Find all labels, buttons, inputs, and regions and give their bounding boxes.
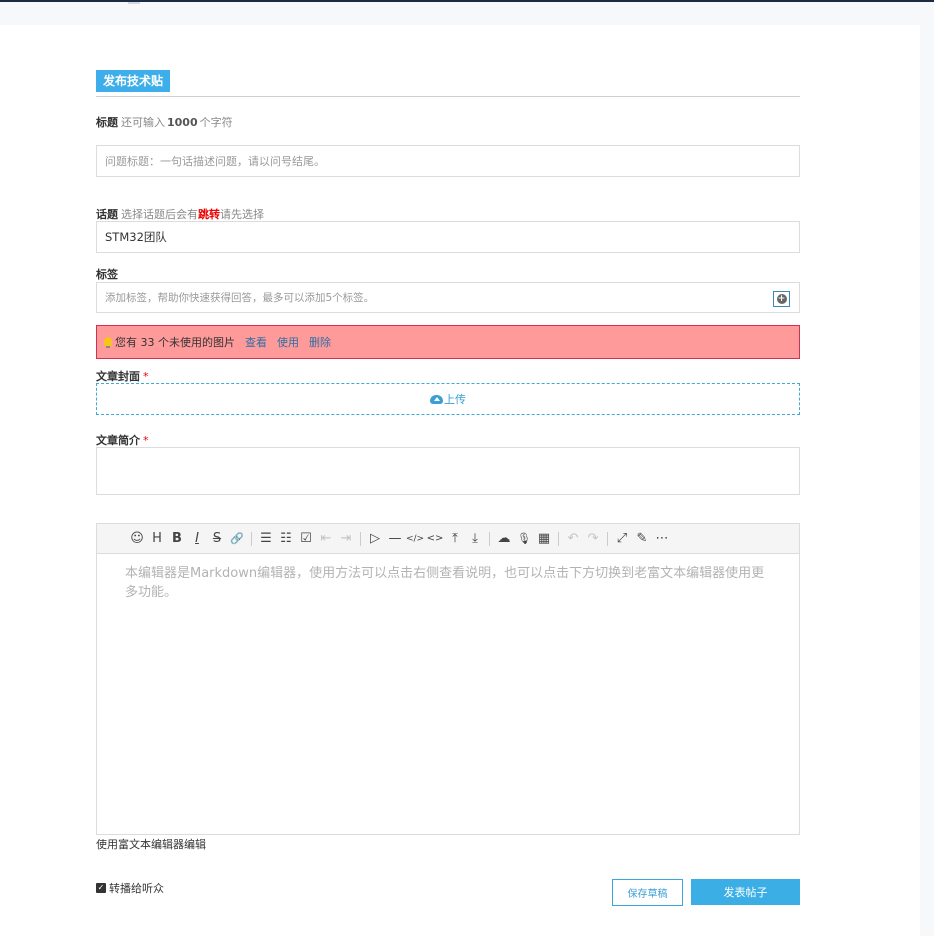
nav-active-indicator (128, 2, 140, 4)
upload-label: 上传 (444, 393, 466, 406)
repost-option[interactable]: ✓ 转播给听众 (96, 880, 164, 896)
delete-images-link[interactable]: 删除 (309, 334, 331, 350)
ordered-list-icon[interactable]: ☷ (276, 529, 296, 549)
cover-required-mark: * (143, 370, 149, 383)
intro-label-row: 文章简介 * (96, 432, 149, 448)
topic-label-row: 话题 选择话题后会有跳转请先选择 (96, 206, 264, 222)
checklist-icon[interactable]: ☑ (296, 529, 316, 549)
plus-circle-icon: + (776, 294, 787, 304)
markdown-editor: ☺ H B I S 🔗 ☰ ☷ ☑ ⇤ ⇥ ▷ — </> <> ⤒ ⤓ ☁ 🎙… (96, 523, 800, 835)
horizontal-rule-icon[interactable]: — (385, 529, 405, 549)
microphone-icon[interactable]: 🎙 (514, 529, 534, 549)
topic-label: 话题 (96, 208, 118, 221)
outdent-icon[interactable]: ⇤ (316, 529, 336, 549)
page-title: 发布技术贴 (96, 70, 171, 92)
intro-label: 文章简介 (96, 434, 140, 447)
save-draft-button[interactable]: 保存草稿 (612, 879, 683, 906)
undo-icon[interactable]: ↶ (563, 529, 583, 549)
section-header: 发布技术贴 (96, 70, 800, 97)
cover-upload-area[interactable]: 上传 (96, 383, 800, 415)
add-tag-button[interactable]: + (773, 291, 790, 307)
tags-label: 标签 (96, 268, 118, 281)
more-icon[interactable]: ⋯ (652, 529, 672, 549)
toolbar-divider (607, 531, 608, 546)
code-block-icon[interactable]: </> (405, 529, 425, 549)
topic-hint-prefix: 选择话题后会有 (121, 208, 198, 221)
lightbulb-icon (104, 337, 112, 348)
toolbar-divider (360, 531, 361, 546)
topic-hint-highlight: 跳转 (198, 208, 220, 221)
topic-input[interactable] (96, 221, 800, 253)
publish-button[interactable]: 发表帖子 (691, 879, 800, 905)
intro-required-mark: * (143, 434, 149, 447)
bold-icon[interactable]: B (167, 529, 187, 549)
bullet-list-icon[interactable]: ☰ (256, 529, 276, 549)
tags-label-row: 标签 (96, 266, 121, 282)
intro-textarea[interactable] (96, 447, 800, 495)
editor-content[interactable]: 本编辑器是Markdown编辑器，使用方法可以点击右侧查看说明，也可以点击下方切… (97, 554, 799, 612)
tags-input[interactable] (96, 282, 800, 313)
table-icon[interactable]: ▦ (534, 529, 554, 549)
title-hint-suffix: 个字符 (199, 116, 233, 129)
use-images-link[interactable]: 使用 (277, 334, 299, 350)
link-icon[interactable]: 🔗 (227, 529, 247, 549)
unused-images-alert: 您有 33 个未使用的图片 查看 使用 删除 (96, 325, 800, 359)
title-label: 标题 (96, 116, 118, 129)
upload-icon[interactable]: ☁ (494, 529, 514, 549)
repost-checkbox[interactable]: ✓ (96, 883, 106, 893)
redo-icon[interactable]: ↷ (583, 529, 603, 549)
editor-toolbar: ☺ H B I S 🔗 ☰ ☷ ☑ ⇤ ⇥ ▷ — </> <> ⤒ ⤓ ☁ 🎙… (97, 524, 799, 554)
insert-after-icon[interactable]: ⤓ (465, 529, 485, 549)
edit-mode-icon[interactable]: ✎ (632, 529, 652, 549)
toolbar-divider (558, 531, 559, 546)
toolbar-divider (251, 531, 252, 546)
topic-hint-suffix: 请先选择 (220, 208, 264, 221)
title-hint-prefix: 还可输入 (121, 116, 165, 129)
cover-label: 文章封面 (96, 370, 140, 383)
unused-images-text: 您有 33 个未使用的图片 (115, 336, 235, 349)
indent-icon[interactable]: ⇥ (336, 529, 356, 549)
insert-before-icon[interactable]: ⤒ (445, 529, 465, 549)
quote-icon[interactable]: ▷ (365, 529, 385, 549)
title-char-count: 1000 (167, 116, 198, 129)
title-label-row: 标题 还可输入 1000 个字符 (96, 114, 233, 130)
title-input[interactable] (96, 145, 800, 177)
switch-to-rich-text-link[interactable]: 使用富文本编辑器编辑 (96, 836, 206, 852)
repost-label: 转播给听众 (109, 882, 164, 895)
emoji-icon[interactable]: ☺ (127, 529, 147, 549)
inline-code-icon[interactable]: <> (425, 529, 445, 549)
fullscreen-icon[interactable]: ⤢ (612, 529, 632, 549)
top-nav-bar (0, 0, 934, 2)
view-images-link[interactable]: 查看 (245, 334, 267, 350)
cover-label-row: 文章封面 * (96, 368, 149, 384)
toolbar-divider (489, 531, 490, 546)
heading-icon[interactable]: H (147, 529, 167, 549)
italic-icon[interactable]: I (187, 529, 207, 549)
cloud-upload-icon (430, 394, 443, 404)
strikethrough-icon[interactable]: S (207, 529, 227, 549)
editor-placeholder: 本编辑器是Markdown编辑器，使用方法可以点击右侧查看说明，也可以点击下方切… (125, 566, 765, 600)
